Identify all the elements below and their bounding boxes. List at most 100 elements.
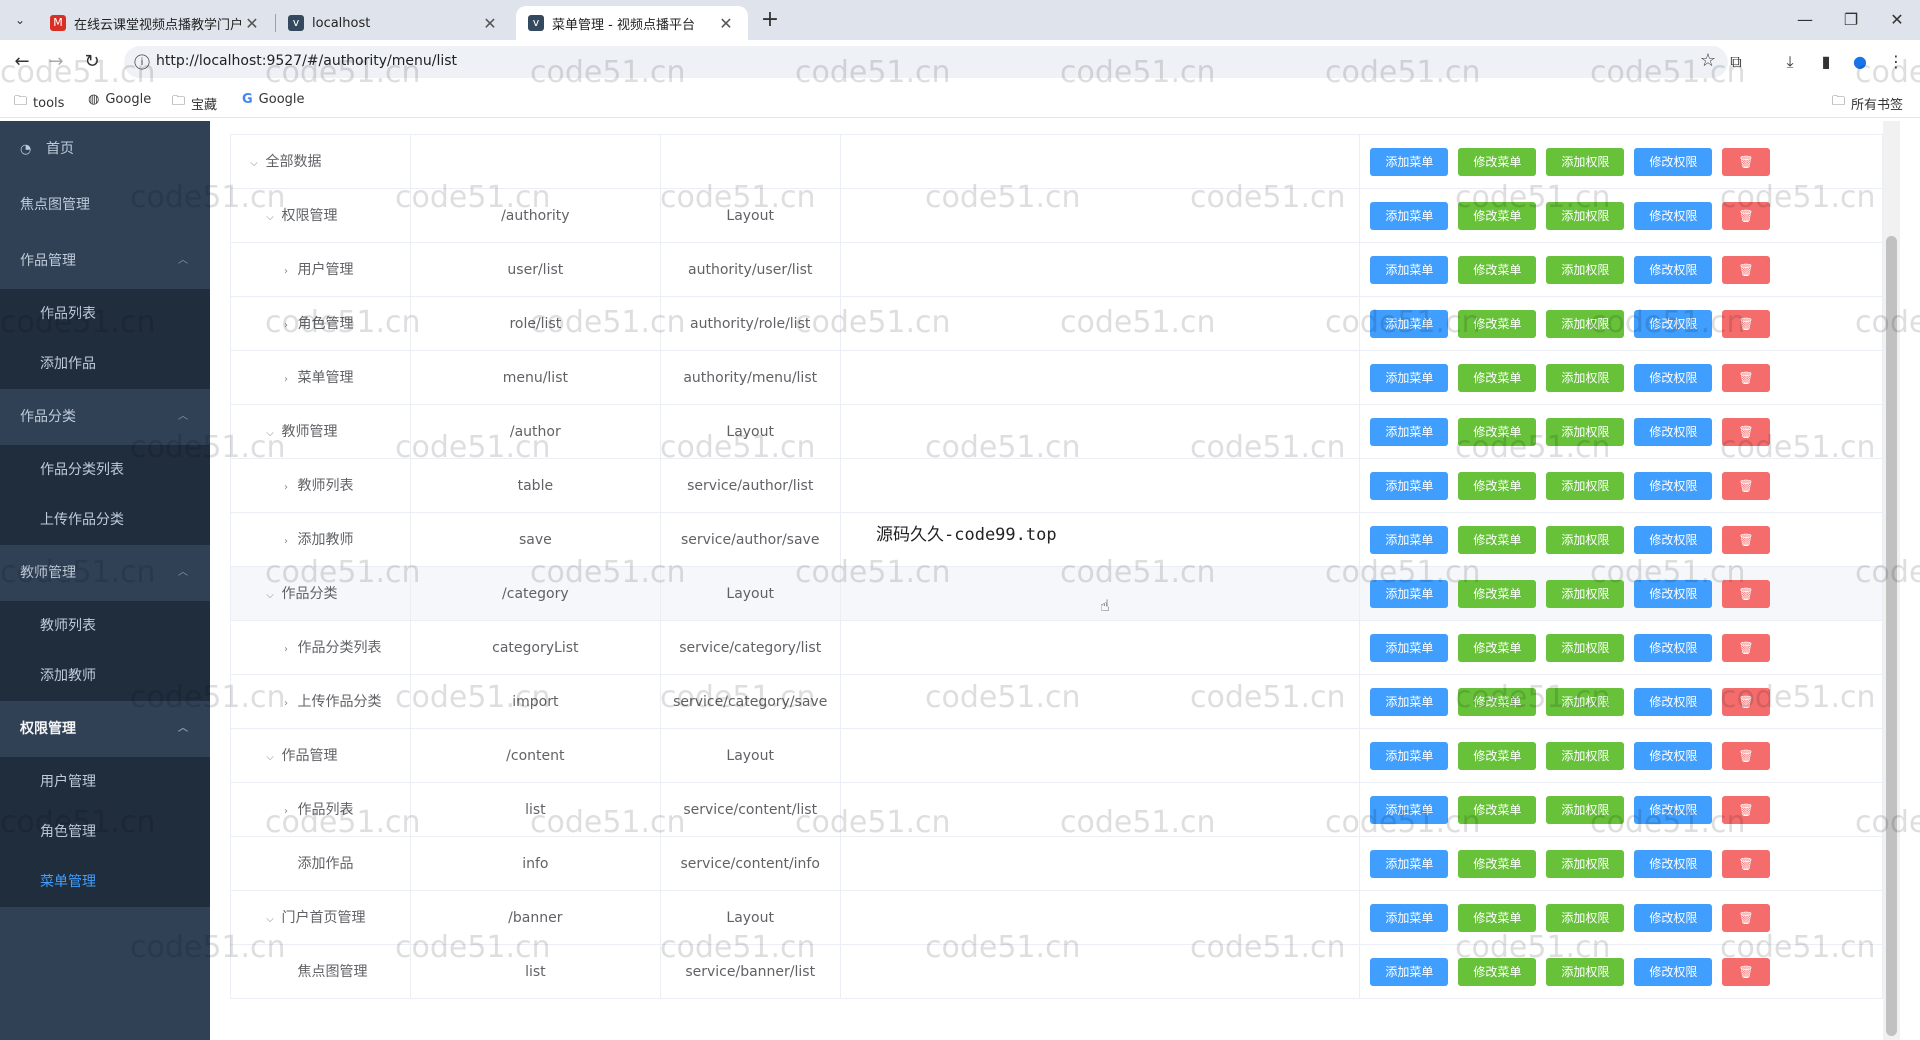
add-menu-button[interactable]: 添加菜单 bbox=[1370, 580, 1449, 608]
add-permission-button[interactable]: 添加权限 bbox=[1546, 418, 1625, 446]
delete-button[interactable]: 🗑 bbox=[1722, 472, 1770, 500]
edit-permission-button[interactable]: 修改权限 bbox=[1634, 634, 1713, 662]
add-permission-button[interactable]: 添加权限 bbox=[1546, 310, 1625, 338]
add-menu-button[interactable]: 添加菜单 bbox=[1370, 364, 1449, 392]
close-icon[interactable]: ✕ bbox=[480, 14, 500, 33]
delete-button[interactable]: 🗑 bbox=[1722, 310, 1770, 338]
edit-permission-button[interactable]: 修改权限 bbox=[1634, 796, 1713, 824]
sidebar-item-content-list[interactable]: 作品列表 bbox=[0, 289, 210, 339]
add-menu-button[interactable]: 添加菜单 bbox=[1370, 148, 1449, 176]
bookmark-tools[interactable]: 🗀 tools bbox=[14, 92, 64, 114]
add-permission-button[interactable]: 添加权限 bbox=[1546, 850, 1625, 878]
table-row[interactable]: 添加作品 info service/content/info 添加菜单 修改菜单 添加权限… bbox=[231, 837, 1883, 891]
add-menu-button[interactable]: 添加菜单 bbox=[1370, 688, 1449, 716]
reload-icon[interactable]: ↻ bbox=[78, 48, 106, 76]
browser-tab-2[interactable]: v localhost ✕ bbox=[276, 6, 512, 40]
table-row[interactable]: ⌵ 全部数据 添加菜单 修改菜单 添加权限 修改权限 🗑 bbox=[231, 135, 1884, 189]
window-close-icon[interactable]: ✕ bbox=[1874, 0, 1920, 40]
edit-menu-button[interactable]: 修改菜单 bbox=[1458, 688, 1537, 716]
table-row[interactable]: ⌵ 作品管理/content Layout 添加菜单 修改菜单 添加权限 修改权限 🗑 bbox=[231, 729, 1883, 783]
chevron-right-icon[interactable]: › bbox=[279, 461, 293, 513]
edit-menu-button[interactable]: 修改菜单 bbox=[1458, 526, 1537, 554]
scrollbar-thumb[interactable] bbox=[1886, 236, 1897, 1036]
delete-button[interactable]: 🗑 bbox=[1722, 256, 1770, 284]
edit-permission-button[interactable]: 修改权限 bbox=[1634, 310, 1713, 338]
delete-button[interactable]: 🗑 bbox=[1722, 850, 1770, 878]
add-permission-button[interactable]: 添加权限 bbox=[1546, 472, 1625, 500]
chevron-down-icon[interactable]: ⌵ bbox=[263, 191, 277, 243]
edit-menu-button[interactable]: 修改菜单 bbox=[1458, 850, 1537, 878]
sidebar-item-banner[interactable]: 焦点图管理 bbox=[0, 177, 210, 233]
bookmark-star-icon[interactable]: ☆ bbox=[1700, 50, 1716, 71]
table-row[interactable]: ⌵ 作品分类/category Layout 添加菜单 修改菜单 添加权限 修改权限 🗑 bbox=[231, 567, 1883, 621]
minimize-icon[interactable]: — bbox=[1782, 0, 1828, 40]
sidebar-item-menus[interactable]: 菜单管理 bbox=[0, 857, 210, 907]
forward-icon[interactable]: → bbox=[42, 48, 70, 76]
bookmark-google-2[interactable]: G Google bbox=[242, 92, 305, 107]
chevron-down-icon[interactable]: ⌵ bbox=[263, 569, 277, 621]
table-row[interactable]: › 上传作品分类 import service/category/save 添加菜单修… bbox=[231, 675, 1883, 729]
sidebar-item-teacher[interactable]: 教师管理 ︿ bbox=[0, 545, 210, 601]
scrollbar[interactable] bbox=[1883, 121, 1900, 1040]
add-permission-button[interactable]: 添加权限 bbox=[1546, 202, 1625, 230]
all-bookmarks[interactable]: 🗀 所有书签 bbox=[1832, 92, 1903, 114]
edit-permission-button[interactable]: 修改权限 bbox=[1634, 472, 1713, 500]
chevron-right-icon[interactable]: › bbox=[279, 353, 293, 405]
add-menu-button[interactable]: 添加菜单 bbox=[1370, 958, 1449, 986]
edit-menu-button[interactable]: 修改菜单 bbox=[1458, 472, 1537, 500]
delete-button[interactable]: 🗑 bbox=[1722, 580, 1770, 608]
edit-permission-button[interactable]: 修改权限 bbox=[1634, 904, 1713, 932]
edit-permission-button[interactable]: 修改权限 bbox=[1634, 580, 1713, 608]
edit-menu-button[interactable]: 修改菜单 bbox=[1458, 202, 1537, 230]
sidebar-item-content-add[interactable]: 添加作品 bbox=[0, 339, 210, 389]
edit-menu-button[interactable]: 修改菜单 bbox=[1458, 796, 1537, 824]
table-row[interactable]: › 添加教师 save service/author/save 添加菜单 修改菜单 添加权… bbox=[231, 513, 1883, 567]
edit-permission-button[interactable]: 修改权限 bbox=[1634, 688, 1713, 716]
edit-permission-button[interactable]: 修改权限 bbox=[1634, 958, 1713, 986]
sidebar-item-teacher-add[interactable]: 添加教师 bbox=[0, 651, 210, 701]
add-permission-button[interactable]: 添加权限 bbox=[1546, 958, 1625, 986]
edit-permission-button[interactable]: 修改权限 bbox=[1634, 202, 1713, 230]
sidebar-item-category[interactable]: 作品分类 ︿ bbox=[0, 389, 210, 445]
add-menu-button[interactable]: 添加菜单 bbox=[1370, 904, 1449, 932]
chevron-right-icon[interactable]: › bbox=[279, 785, 293, 837]
table-row[interactable]: › 教师列表 table service/author/list 添加菜单 修改菜单 添加… bbox=[231, 459, 1883, 513]
url-text[interactable]: http://localhost:9527/#/authority/menu/l… bbox=[156, 53, 457, 69]
delete-button[interactable]: 🗑 bbox=[1722, 904, 1770, 932]
table-row[interactable]: › 用户管理 user/list authority/user/list 添加菜单 修改… bbox=[231, 243, 1883, 297]
add-permission-button[interactable]: 添加权限 bbox=[1546, 364, 1625, 392]
bookmark-google[interactable]: ◍ Google bbox=[88, 92, 151, 107]
sidebar-item-users[interactable]: 用户管理 bbox=[0, 757, 210, 807]
delete-button[interactable]: 🗑 bbox=[1722, 526, 1770, 554]
add-permission-button[interactable]: 添加权限 bbox=[1546, 526, 1625, 554]
edit-menu-button[interactable]: 修改菜单 bbox=[1458, 418, 1537, 446]
add-permission-button[interactable]: 添加权限 bbox=[1546, 634, 1625, 662]
chevron-right-icon[interactable]: › bbox=[279, 515, 293, 567]
edit-menu-button[interactable]: 修改菜单 bbox=[1458, 580, 1537, 608]
edit-menu-button[interactable]: 修改菜单 bbox=[1458, 904, 1537, 932]
close-icon[interactable]: ✕ bbox=[242, 14, 262, 33]
delete-button[interactable]: 🗑 bbox=[1722, 688, 1770, 716]
add-menu-button[interactable]: 添加菜单 bbox=[1370, 310, 1449, 338]
add-menu-button[interactable]: 添加菜单 bbox=[1370, 202, 1449, 230]
sidebar-item-category-upload[interactable]: 上传作品分类 bbox=[0, 495, 210, 545]
add-permission-button[interactable]: 添加权限 bbox=[1546, 904, 1625, 932]
edit-menu-button[interactable]: 修改菜单 bbox=[1458, 742, 1537, 770]
table-row[interactable]: 焦点图管理 list service/banner/list 添加菜单 修改菜单 添加权限… bbox=[231, 945, 1883, 999]
edit-menu-button[interactable]: 修改菜单 bbox=[1458, 148, 1537, 176]
edit-permission-button[interactable]: 修改权限 bbox=[1634, 850, 1713, 878]
add-permission-button[interactable]: 添加权限 bbox=[1546, 796, 1625, 824]
add-menu-button[interactable]: 添加菜单 bbox=[1370, 850, 1449, 878]
download-icon[interactable]: ⤓ bbox=[1776, 48, 1804, 76]
close-icon[interactable]: ✕ bbox=[716, 14, 736, 33]
profile-icon[interactable]: ● bbox=[1846, 48, 1874, 76]
sidebar-item-category-list[interactable]: 作品分类列表 bbox=[0, 445, 210, 495]
chevron-right-icon[interactable]: › bbox=[279, 245, 293, 297]
delete-button[interactable]: 🗑 bbox=[1722, 634, 1770, 662]
address-bar[interactable]: i http://localhost:9527/#/authority/menu… bbox=[124, 46, 1728, 78]
add-permission-button[interactable]: 添加权限 bbox=[1546, 148, 1625, 176]
table-row[interactable]: › 菜单管理 menu/list authority/menu/list 添加菜单 修改… bbox=[231, 351, 1883, 405]
chevron-right-icon[interactable]: › bbox=[279, 677, 293, 729]
add-menu-button[interactable]: 添加菜单 bbox=[1370, 796, 1449, 824]
add-permission-button[interactable]: 添加权限 bbox=[1546, 688, 1625, 716]
